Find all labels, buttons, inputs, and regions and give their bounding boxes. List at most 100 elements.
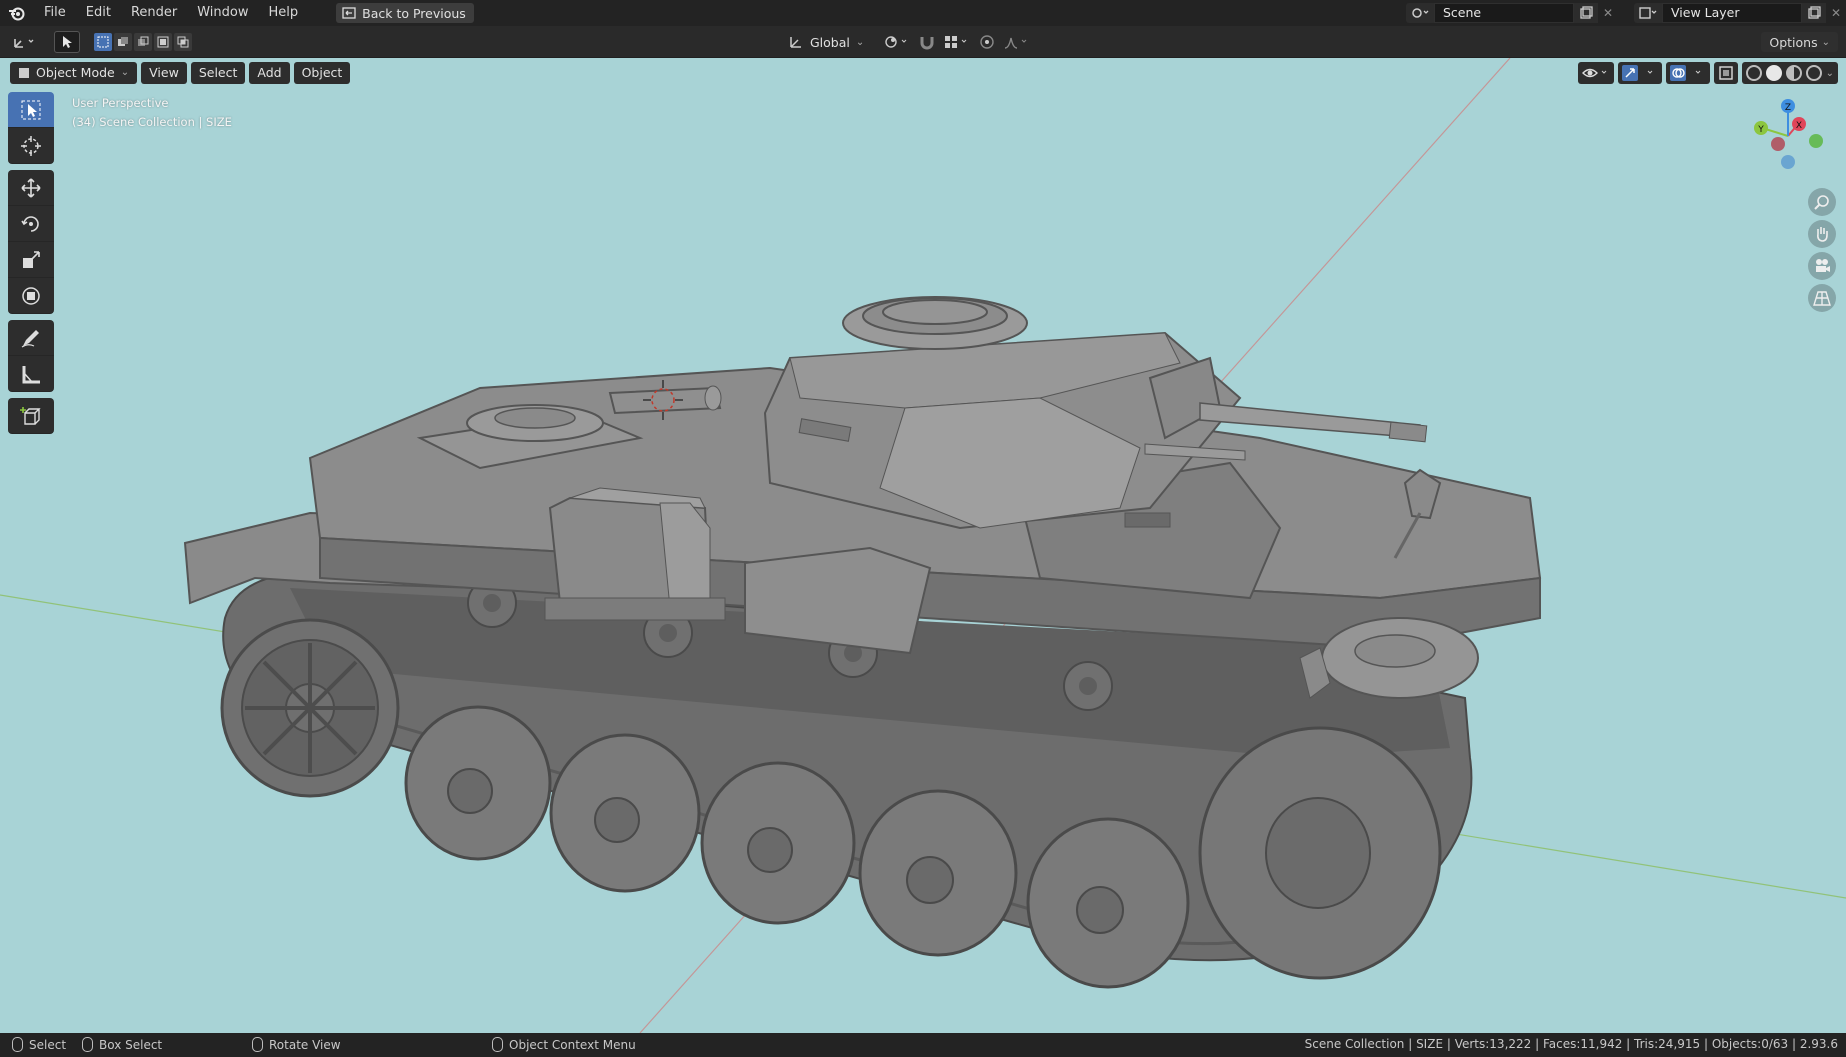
eye-icon <box>1581 68 1606 78</box>
move-tool[interactable] <box>8 170 54 206</box>
main-gun <box>1199 402 1423 439</box>
view-menu[interactable]: View <box>141 62 187 84</box>
cursor-tool[interactable] <box>8 128 54 164</box>
selection-mode-group <box>94 33 192 51</box>
transform-icon <box>22 286 40 305</box>
chevron-down-icon[interactable]: ⌄ <box>1826 68 1834 79</box>
proportional-editing-icon[interactable] <box>978 34 996 50</box>
gizmo-toggle[interactable] <box>1617 62 1662 84</box>
status-select-label: Select <box>29 1037 67 1052</box>
zoom-icon[interactable] <box>1808 188 1836 216</box>
move-arrows-icon <box>21 177 41 198</box>
menu-window[interactable]: Window <box>187 0 258 26</box>
status-rotate-hint: Rotate View <box>252 1037 341 1052</box>
rendered-shading-icon[interactable] <box>1805 65 1822 81</box>
front-box <box>744 546 932 655</box>
navigation-gizmo[interactable]: Z X Y <box>1748 94 1828 174</box>
view-layer-browse-icon[interactable] <box>1634 3 1662 23</box>
scale-tool[interactable] <box>8 242 54 278</box>
snap-increment-icon[interactable] <box>944 34 970 50</box>
delete-scene-icon[interactable]: ✕ <box>1598 3 1618 23</box>
gizmo-x-label: X <box>1796 121 1802 131</box>
scene-statistics: Scene Collection | SIZE | Verts:13,222 |… <box>1304 1037 1838 1051</box>
back-to-previous-label: Back to Previous <box>362 5 466 21</box>
select-intersect-icon[interactable] <box>174 33 192 51</box>
select-new-icon[interactable] <box>94 33 112 51</box>
select-subtract-icon[interactable] <box>134 33 152 51</box>
gizmo-y-label: Y <box>1757 125 1764 135</box>
active-tool-icon[interactable] <box>54 31 80 53</box>
add-cube-tool[interactable] <box>8 398 54 434</box>
rotate-icon <box>21 215 39 232</box>
scale-icon <box>23 250 40 268</box>
view-layer-name-field[interactable]: View Layer <box>1662 3 1802 23</box>
overlay-icon <box>1669 65 1700 81</box>
drive-sprocket <box>220 618 400 798</box>
back-icon <box>342 7 356 19</box>
pan-hand-icon[interactable] <box>1808 220 1836 248</box>
scene-selector[interactable]: Scene ✕ <box>1406 3 1618 23</box>
wireframe-shading-icon[interactable] <box>1745 65 1762 81</box>
chevron-down-icon: ⌄ <box>855 36 865 48</box>
new-scene-icon[interactable] <box>1574 3 1598 23</box>
editor-type-icon[interactable] <box>8 32 42 52</box>
object-mode-dropdown[interactable]: Object Mode ⌄ <box>10 62 138 84</box>
perspective-grid-icon[interactable] <box>1808 284 1836 312</box>
left-toolbar <box>8 92 56 434</box>
gizmo-z-label: Z <box>1785 103 1791 113</box>
status-bar: Select Box Select Rotate View Object Con… <box>0 1033 1846 1057</box>
back-to-previous-button[interactable]: Back to Previous <box>336 3 474 23</box>
scene-name-field[interactable]: Scene <box>1434 3 1574 23</box>
transform-tool[interactable] <box>8 278 54 314</box>
options-dropdown[interactable]: Options ⌄ <box>1761 32 1838 52</box>
xray-icon <box>1718 66 1733 80</box>
tool-header: Global ⌄ Options ⌄ <box>0 26 1846 58</box>
select-cursor-icon <box>21 100 41 119</box>
annotate-tool[interactable] <box>8 320 54 356</box>
select-menu[interactable]: Select <box>190 62 246 84</box>
pivot-snap-group <box>884 31 1030 53</box>
mouse-right-icon <box>492 1037 503 1052</box>
blender-logo-icon[interactable] <box>0 0 34 26</box>
3d-viewport[interactable]: Object Mode ⌄ View Select Add Object ⌄ U… <box>0 58 1846 1033</box>
ruler-icon <box>22 365 40 383</box>
falloff-curve-icon[interactable] <box>1004 34 1030 50</box>
select-box-tool[interactable] <box>8 92 54 128</box>
camera-view-icon[interactable] <box>1808 252 1836 280</box>
object-mode-label: Object Mode <box>36 65 115 80</box>
viewport-shading-controls: ⌄ <box>1577 62 1838 84</box>
view-layer-selector[interactable]: View Layer ✕ <box>1634 3 1846 23</box>
snap-magnet-icon[interactable] <box>918 34 936 50</box>
rotate-tool[interactable] <box>8 206 54 242</box>
menu-edit[interactable]: Edit <box>76 0 121 26</box>
pencil-icon <box>21 329 39 348</box>
scene-browse-icon[interactable] <box>1406 3 1434 23</box>
visibility-dropdown[interactable] <box>1577 62 1614 84</box>
overlay-toggle[interactable] <box>1665 62 1710 84</box>
xray-toggle[interactable] <box>1713 62 1738 84</box>
add-menu[interactable]: Add <box>249 62 290 84</box>
transform-orientation-dropdown[interactable]: Global ⌄ <box>788 31 864 53</box>
delete-view-layer-icon[interactable]: ✕ <box>1826 3 1846 23</box>
top-menu-bar: File Edit Render Window Help Back to Pre… <box>0 0 1846 26</box>
object-menu[interactable]: Object <box>293 62 351 84</box>
new-view-layer-icon[interactable] <box>1802 3 1826 23</box>
viewport-header: Object Mode ⌄ View Select Add Object <box>10 62 351 84</box>
gizmo-icon <box>1621 65 1652 81</box>
object-mode-icon <box>19 68 29 78</box>
pivot-point-icon[interactable] <box>884 34 910 50</box>
scene-render <box>0 58 1846 1033</box>
measure-tool[interactable] <box>8 356 54 392</box>
solid-shading-icon[interactable] <box>1765 65 1782 81</box>
status-select-hint: Select <box>12 1037 66 1052</box>
menu-file[interactable]: File <box>34 0 76 26</box>
add-cube-icon <box>20 406 41 425</box>
crosshair-icon <box>21 135 41 156</box>
material-shading-icon[interactable] <box>1785 65 1802 81</box>
menu-help[interactable]: Help <box>259 0 309 26</box>
select-extend-icon[interactable] <box>114 33 132 51</box>
select-invert-icon[interactable] <box>154 33 172 51</box>
menu-render[interactable]: Render <box>121 0 187 26</box>
collection-info-label: (34) Scene Collection | SIZE <box>72 115 232 129</box>
chevron-down-icon: ⌄ <box>120 67 130 78</box>
